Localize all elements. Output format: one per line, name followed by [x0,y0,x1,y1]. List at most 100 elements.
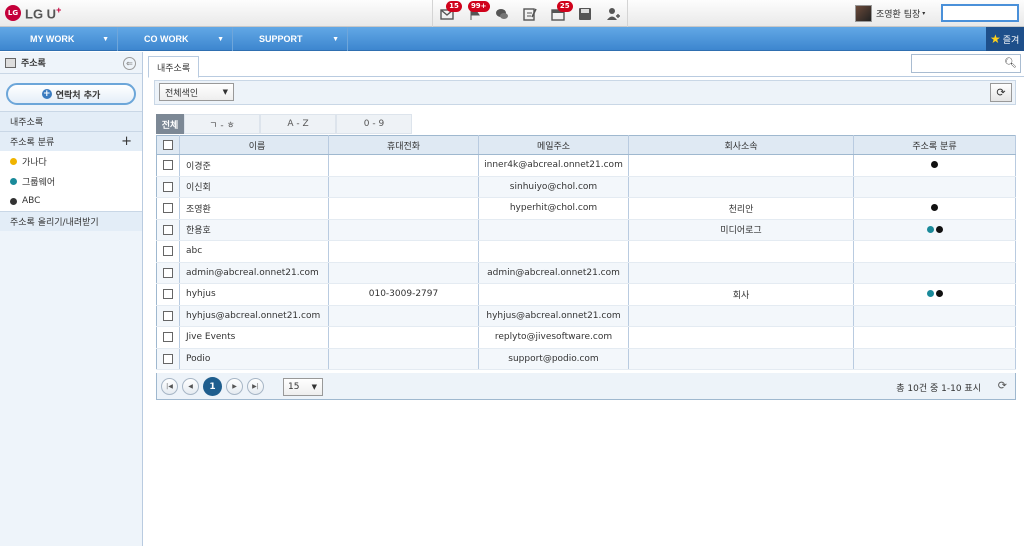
person-icon[interactable] [604,5,622,23]
index-tab-all[interactable]: 전체 [156,114,184,134]
contact-email[interactable]: sinhuiyo@chol.com [478,176,629,198]
contact-name[interactable]: Jive Events [179,326,329,349]
table-row[interactable]: hyhjus 010-3009-2797 회사 [156,283,1016,306]
table-row[interactable]: hyhjus@abcreal.onnet21.com hyhjus@abcreal… [156,305,1016,327]
table-row[interactable]: abc [156,240,1016,263]
col-header-phone[interactable]: 휴대전화 [328,135,479,155]
contact-name[interactable]: 이경준 [179,154,329,177]
top-search-input[interactable] [941,4,1019,22]
contact-email[interactable]: inner4k@abcreal.onnet21.com [478,154,629,177]
menu-my-work[interactable]: MY WORK ▼ [0,27,118,51]
sidebar-category-item[interactable]: 그룹웨어 [0,171,142,191]
flag-icon[interactable]: 99+ [466,0,490,23]
contact-email[interactable]: hyhjus@abcreal.onnet21.com [478,305,629,327]
contact-company [628,262,854,284]
star-icon: ★ [990,32,1001,46]
sidebar-item-my-addressbook[interactable]: 내주소록 [0,111,142,131]
add-category-icon[interactable]: + [121,134,132,149]
col-header-company[interactable]: 회사소속 [628,135,854,155]
first-page-icon[interactable]: |◀ [161,378,178,395]
contact-name[interactable]: Podio [179,348,329,370]
table-row[interactable]: Jive Events replyto@jivesoftware.com [156,326,1016,349]
addressbook-icon [5,57,16,68]
contact-email[interactable]: hyperhit@chol.com [478,197,629,220]
col-header-category[interactable]: 주소록 분류 [853,135,1016,155]
tab-row: 내주소록 🔍︎ [148,52,1024,78]
contact-category [853,176,1016,198]
contact-name[interactable]: 조영환 [179,197,329,220]
index-tab-korean[interactable]: ㄱ - ㅎ [184,114,260,134]
search-icon[interactable]: 🔍︎ [1004,58,1017,69]
mail-icon[interactable]: 15 [438,0,462,23]
avatar [855,4,872,22]
row-checkbox[interactable] [156,154,180,177]
contact-name[interactable]: 이신회 [179,176,329,198]
category-dot-icon [10,157,17,165]
tab-my-addressbook[interactable]: 내주소록 [148,56,200,78]
row-checkbox[interactable] [156,240,180,263]
contact-email[interactable]: support@podio.com [478,348,629,370]
sidebar-category-header[interactable]: 주소록 분류 + [0,131,142,151]
col-header-email[interactable]: 메일주소 [478,135,629,155]
refresh-button[interactable]: ⟳ [990,83,1012,102]
contact-email[interactable]: admin@abcreal.onnet21.com [478,262,629,284]
contact-email[interactable] [478,240,629,263]
sidebar-title: 주소록 [21,59,46,69]
prev-page-icon[interactable]: ◀ [182,378,199,395]
dropdown-arrow-icon: ▼ [222,88,228,96]
contact-email[interactable] [478,283,629,306]
row-checkbox[interactable] [156,219,180,241]
lg-uplus-logo[interactable]: LG LG U+ [5,4,61,22]
menu-arrow-icon: ▼ [217,35,224,43]
menu-co-work[interactable]: CO WORK ▼ [118,27,233,51]
sidebar-item-import-export[interactable]: 주소록 올리기/내려받기 [0,211,142,231]
last-page-icon[interactable]: ▶| [247,378,264,395]
col-header-name[interactable]: 이름 [179,135,329,155]
index-tab-numeric[interactable]: 0 - 9 [336,114,412,134]
chat-icon[interactable] [493,5,511,23]
contact-email[interactable]: replyto@jivesoftware.com [478,326,629,349]
contact-phone [328,154,479,177]
table-row[interactable]: 이신회 sinhuiyo@chol.com [156,176,1016,198]
contact-name[interactable]: 한용호 [179,219,329,241]
select-all-checkbox[interactable] [156,135,180,155]
table-row[interactable]: 조영환 hyperhit@chol.com 천리안 [156,197,1016,220]
contact-phone [328,305,479,327]
row-checkbox[interactable] [156,348,180,370]
contact-name[interactable]: hyhjus [179,283,329,306]
page-size-select[interactable]: 15 ▼ [283,378,323,396]
calendar-icon[interactable]: 25 [549,0,573,23]
favorites-button[interactable]: ★ 즐겨 [986,27,1024,51]
row-checkbox[interactable] [156,197,180,220]
menu-support[interactable]: SUPPORT ▼ [233,27,348,51]
user-menu[interactable]: 조영환 팀장 ▾ [855,3,925,23]
table-row[interactable]: admin@abcreal.onnet21.com admin@abcreal.o… [156,262,1016,284]
page-1-button[interactable]: 1 [203,377,222,396]
contacts-table: 이름 휴대전화 메일주소 회사소속 주소록 분류 이경준 inner4k@abcr… [156,135,1016,370]
table-row[interactable]: Podio support@podio.com [156,348,1016,370]
contact-name[interactable]: hyhjus@abcreal.onnet21.com [179,305,329,327]
row-checkbox[interactable] [156,305,180,327]
index-select[interactable]: 전체색인 ▼ [159,83,234,101]
category-dot-icon [10,177,17,185]
next-page-icon[interactable]: ▶ [226,378,243,395]
search-input[interactable]: 🔍︎ [911,54,1021,73]
add-contact-button[interactable]: + 연락처 추가 [6,83,136,105]
edit-icon[interactable] [521,5,539,23]
row-checkbox[interactable] [156,283,180,306]
row-checkbox[interactable] [156,262,180,284]
table-row[interactable]: 한용호 미디어로그 [156,219,1016,241]
contact-name[interactable]: admin@abcreal.onnet21.com [179,262,329,284]
sidebar-category-item[interactable]: ABC [0,191,142,211]
table-row[interactable]: 이경준 inner4k@abcreal.onnet21.com [156,154,1016,177]
sidebar-category-item[interactable]: 가나다 [0,151,142,171]
index-tab-alpha[interactable]: A - Z [260,114,336,134]
save-icon[interactable] [576,5,594,23]
contact-email[interactable] [478,219,629,241]
row-checkbox[interactable] [156,176,180,198]
contact-name[interactable]: abc [179,240,329,263]
collapse-icon[interactable]: ⇐ [123,57,136,70]
refresh-icon[interactable]: ⟳ [998,379,1007,392]
row-checkbox[interactable] [156,326,180,349]
menu-arrow-icon: ▼ [102,35,109,43]
